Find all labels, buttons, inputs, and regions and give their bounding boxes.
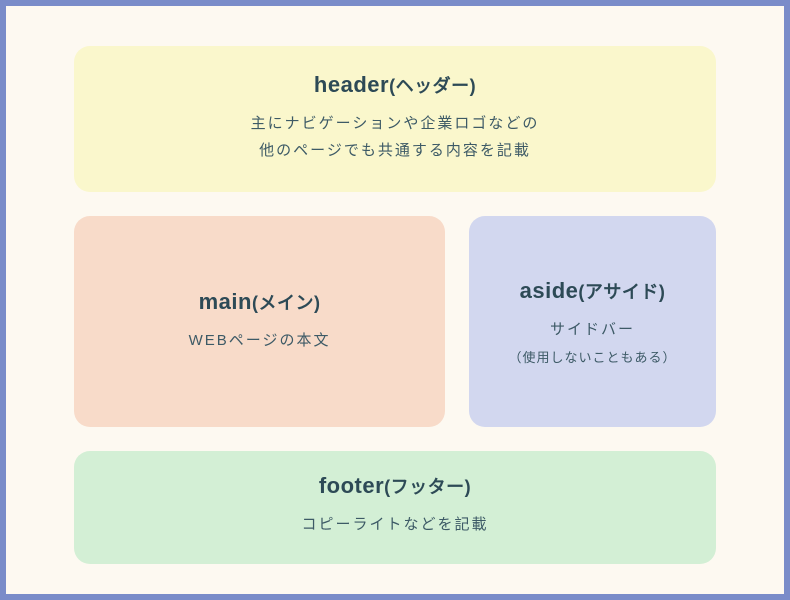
aside-section-box: aside(アサイド) サイドバー （使用しないこともある） — [469, 216, 716, 427]
aside-title-ja: (アサイド) — [578, 282, 665, 302]
aside-desc: サイドバー — [550, 316, 635, 343]
footer-desc: コピーライトなどを記載 — [301, 511, 488, 538]
footer-title: footer(フッター) — [319, 473, 471, 499]
main-title: main(メイン) — [199, 289, 321, 315]
header-title-en: header — [314, 72, 389, 97]
header-title: header(ヘッダー) — [314, 72, 476, 98]
footer-section-box: footer(フッター) コピーライトなどを記載 — [74, 451, 716, 564]
aside-title: aside(アサイド) — [520, 278, 666, 304]
aside-note: （使用しないこともある） — [509, 347, 677, 366]
layout-diagram-frame: header(ヘッダー) 主にナビゲーションや企業ロゴなどの 他のページでも共通… — [0, 0, 790, 600]
header-section-box: header(ヘッダー) 主にナビゲーションや企業ロゴなどの 他のページでも共通… — [74, 46, 716, 192]
header-desc-line2: 他のページでも共通する内容を記載 — [259, 137, 531, 164]
main-section-box: main(メイン) WEBページの本文 — [74, 216, 445, 427]
footer-title-ja: (フッター) — [384, 477, 471, 497]
aside-title-en: aside — [520, 278, 579, 303]
header-title-ja: (ヘッダー) — [389, 76, 476, 96]
main-desc: WEBページの本文 — [189, 327, 331, 354]
header-desc-line1: 主にナビゲーションや企業ロゴなどの — [251, 110, 540, 137]
main-title-en: main — [199, 289, 252, 314]
middle-row: main(メイン) WEBページの本文 aside(アサイド) サイドバー （使… — [74, 216, 716, 427]
main-title-ja: (メイン) — [252, 293, 321, 313]
footer-title-en: footer — [319, 473, 384, 498]
